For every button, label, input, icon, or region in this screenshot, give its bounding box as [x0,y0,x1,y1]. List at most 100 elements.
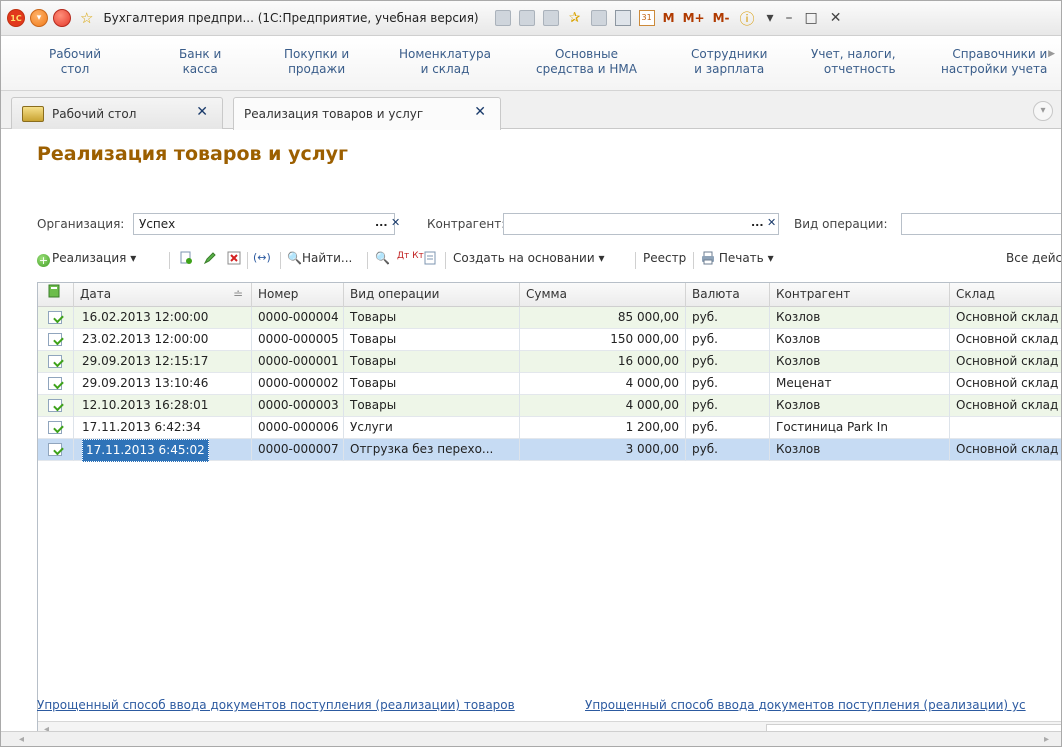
window-title: Бухгалтерия предпри... (1С:Предприятие, … [103,11,479,25]
counterparty-select-button[interactable]: ... ✕ [751,216,776,229]
section-fixed-assets[interactable]: Основные средства и НМА [536,47,637,77]
cell-operation: Товары [344,395,520,417]
close-tab-icon[interactable]: ✕ [196,104,208,120]
cell-number: 0000-000007 [252,439,344,461]
tabs-menu-icon[interactable]: ▾ [1033,101,1053,121]
menu-circle-icon[interactable]: ▾ [30,9,48,27]
calculator-icon[interactable] [614,10,631,26]
simplified-entry-services-link[interactable]: Упрощенный способ ввода документов посту… [585,698,1026,712]
cell-date-text: 16.02.2013 12:00:00 [82,310,209,324]
memory-plus-button[interactable]: M+ [683,11,705,25]
favorite-star-icon[interactable]: ☆ [80,9,93,27]
document-icon [48,284,60,298]
section-bank[interactable]: Банк и касса [179,47,221,77]
cell-operation: Услуги [344,417,520,439]
create-based-on-button[interactable]: Создать на основании ▾ [453,251,604,265]
maximize-button[interactable]: □ [805,10,818,26]
column-header-warehouse[interactable]: Склад [950,283,1061,307]
dt-kt-icon[interactable]: Дт Кт [397,252,424,261]
favorites-icon[interactable]: ✰ [567,10,583,26]
print-button[interactable]: Печать ▾ [701,251,774,265]
cancel-search-icon[interactable]: 🔍 [375,251,390,265]
info-icon[interactable]: ⓘ [740,8,755,29]
copy-icon[interactable] [179,251,193,265]
sections-panel: Рабочий стол Банк и касса Покупки и прод… [1,37,1061,91]
cell-sum: 3 000,00 [520,439,686,461]
table-row[interactable]: 12.10.2013 16:28:01 0000-000003 Товары 4 00… [38,395,1061,417]
cell-number: 0000-000003 [252,395,344,417]
table-row[interactable]: 23.02.2013 12:00:00 0000-000005 Товары 150 … [38,329,1061,351]
separator [693,252,694,269]
separator [280,252,281,269]
close-tab-icon[interactable]: ✕ [474,104,486,120]
print-label: Печать [718,251,764,265]
column-header-counterparty[interactable]: Контрагент [770,283,950,307]
bottom-scrollbar[interactable]: ◂ ▸ [1,731,1061,746]
organization-select-button[interactable]: ... ✕ [375,216,400,229]
table-row[interactable]: 16.02.2013 12:00:00 0000-000004 Товары 85 0… [38,307,1061,329]
table-row[interactable]: 29.09.2013 13:10:46 0000-000002 Товары 4 00… [38,373,1061,395]
column-header-number[interactable]: Номер [252,283,344,307]
simplified-entry-goods-link[interactable]: Упрощенный способ ввода документов посту… [37,698,515,712]
create-sale-button[interactable]: + Реализация ▾ [37,251,136,267]
home-circle-icon[interactable] [53,9,71,27]
find-label: Найти... [301,251,353,265]
find-button[interactable]: 🔍Найти... [287,251,352,265]
scroll-right-icon[interactable]: ▶ [1048,49,1055,59]
posted-document-icon [48,443,62,456]
cell-warehouse: Основной склад [950,329,1061,351]
edit-icon[interactable] [203,251,217,265]
table-row[interactable]: 29.09.2013 12:15:17 0000-000001 Товары 16 0… [38,351,1061,373]
cell-currency: руб. [686,373,770,395]
counterparty-label: Контрагент: [427,217,506,231]
column-header-operation[interactable]: Вид операции [344,283,520,307]
section-employees[interactable]: Сотрудники и зарплата [691,47,767,77]
organization-input[interactable]: Успех [133,213,395,235]
app-window: 1С ▾ ☆ Бухгалтерия предпри... (1С:Предпр… [0,0,1062,747]
preview-icon[interactable] [542,10,559,26]
all-actions-button[interactable]: Все дейс [1006,251,1061,265]
section-purchases[interactable]: Покупки и продажи [284,47,349,77]
minimize-button[interactable]: – [786,10,793,26]
section-accounting[interactable]: Учет, налоги, отчетность [811,47,896,77]
column-header-sum[interactable]: Сумма [520,283,686,307]
close-window-button[interactable]: ✕ [830,10,842,26]
create-sale-label: Реализация [52,251,127,265]
tab-sales[interactable]: Реализация товаров и услуг ✕ [233,97,501,130]
registry-button[interactable]: Реестр [643,251,686,265]
column-header-date[interactable]: Дата ≐ [74,283,252,307]
section-nomenclature[interactable]: Номенклатура и склад [399,47,491,77]
column-header-currency[interactable]: Валюта [686,283,770,307]
post-icon[interactable]: (↔) [253,251,271,264]
documents-table: Дата ≐ Номер Вид операции Сумма Валюта Ко… [37,282,1061,742]
posted-document-icon [48,377,62,390]
desktop-icon [22,105,44,122]
cell-date: 16.02.2013 12:00:00 [48,307,252,329]
print-icon[interactable] [518,10,535,26]
scroll-left-icon[interactable]: ◂ [19,734,24,745]
separator [635,252,636,269]
report-icon[interactable] [423,251,437,265]
memory-m-button[interactable]: M [663,11,675,25]
cell-number: 0000-000004 [252,307,344,329]
cell-date: 29.09.2013 12:15:17 [48,351,252,373]
table-row[interactable]: 17.11.2013 6:45:02 0000-000007 Отгрузка бе… [38,439,1061,462]
cell-counterparty: Гостиница Park In [770,417,950,439]
scroll-right-icon[interactable]: ▸ [1044,734,1049,745]
operation-input[interactable] [901,213,1061,235]
history-icon[interactable] [590,10,607,26]
dropdown-icon[interactable]: ▾ [767,10,774,26]
app-logo-icon[interactable]: 1С [7,9,25,27]
save-icon[interactable] [494,10,511,26]
section-desktop[interactable]: Рабочий стол [49,47,101,77]
table-row[interactable]: 17.11.2013 6:42:34 0000-000006 Услуги 1 200… [38,417,1061,439]
section-references[interactable]: Справочники и настройки учета [941,47,1047,77]
tab-desktop[interactable]: Рабочий стол ✕ [11,97,223,129]
memory-minus-button[interactable]: M- [713,11,730,25]
cell-counterparty: Козлов [770,329,950,351]
delete-icon[interactable] [227,251,241,265]
calendar-icon[interactable]: 31 [638,10,655,26]
cell-sum: 4 000,00 [520,395,686,417]
counterparty-input[interactable] [503,213,779,235]
section-label: Основные [554,47,618,61]
